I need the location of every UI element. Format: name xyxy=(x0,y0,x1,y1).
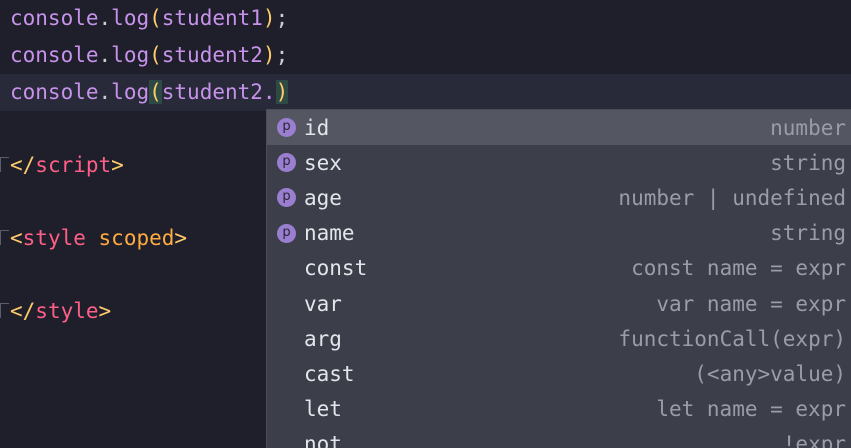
tag-name: style xyxy=(35,299,99,323)
autocomplete-item-type: const name = expr xyxy=(631,256,846,281)
code-editor[interactable]: console.log(student1); console.log(stude… xyxy=(0,0,851,448)
autocomplete-item-label: id xyxy=(304,115,330,140)
code-line-1[interactable]: console.log(student1); xyxy=(0,0,851,37)
property-icon: p xyxy=(277,118,296,138)
log-method: log xyxy=(111,6,150,30)
log-method: log xyxy=(111,43,150,67)
autocomplete-item-type: let name = expr xyxy=(656,397,846,422)
tag-name: script xyxy=(35,153,112,177)
autocomplete-item[interactable]: let let name = expr xyxy=(267,392,851,427)
autocomplete-item[interactable]: not !expr xyxy=(267,427,851,448)
autocomplete-item[interactable]: p sex string xyxy=(267,145,851,180)
console-object: console xyxy=(10,80,99,104)
autocomplete-item-label: name xyxy=(304,221,355,246)
autocomplete-item[interactable]: p name string xyxy=(267,216,851,251)
autocomplete-item-label: arg xyxy=(304,326,342,351)
autocomplete-popup[interactable]: p id number p sex string p age number | undefine… xyxy=(266,109,851,448)
autocomplete-item-label: not xyxy=(304,432,342,448)
autocomplete-item[interactable]: var var name = expr xyxy=(267,286,851,321)
property-icon: p xyxy=(277,153,296,173)
autocomplete-item-type: var name = expr xyxy=(656,291,846,316)
console-object: console xyxy=(10,43,99,67)
autocomplete-item[interactable]: cast (<any>value) xyxy=(267,356,851,391)
autocomplete-item-type: functionCall(expr) xyxy=(618,326,846,351)
autocomplete-item[interactable]: p id number xyxy=(267,110,851,146)
tag-attribute: scoped xyxy=(98,226,175,250)
autocomplete-item-label: age xyxy=(304,185,342,210)
autocomplete-item-label: cast xyxy=(304,361,355,386)
console-object: console xyxy=(10,6,99,30)
code-line-3-current[interactable]: console.log(student2.) xyxy=(0,74,851,111)
log-method: log xyxy=(111,80,150,104)
autocomplete-item-type: string xyxy=(770,221,846,246)
autocomplete-item[interactable]: const const name = expr xyxy=(267,251,851,286)
autocomplete-item-type: (<any>value) xyxy=(694,361,846,386)
autocomplete-item-label: let xyxy=(304,397,342,422)
autocomplete-item-type: !expr xyxy=(782,432,846,448)
autocomplete-item-type: number | undefined xyxy=(618,185,846,210)
argument: student2. xyxy=(161,80,276,104)
argument: student1 xyxy=(161,6,263,30)
code-line-2[interactable]: console.log(student2); xyxy=(0,37,851,74)
autocomplete-item[interactable]: p age number | undefined xyxy=(267,180,851,215)
property-icon: p xyxy=(277,188,296,208)
autocomplete-item-type: number xyxy=(770,115,846,140)
autocomplete-item-label: var xyxy=(304,291,342,316)
autocomplete-item-label: const xyxy=(304,256,368,281)
autocomplete-item[interactable]: arg functionCall(expr) xyxy=(267,321,851,356)
property-icon: p xyxy=(277,223,296,243)
autocomplete-item-label: sex xyxy=(304,150,342,175)
tag-name: style xyxy=(22,226,86,250)
autocomplete-item-type: string xyxy=(770,150,846,175)
argument: student2 xyxy=(161,43,263,67)
